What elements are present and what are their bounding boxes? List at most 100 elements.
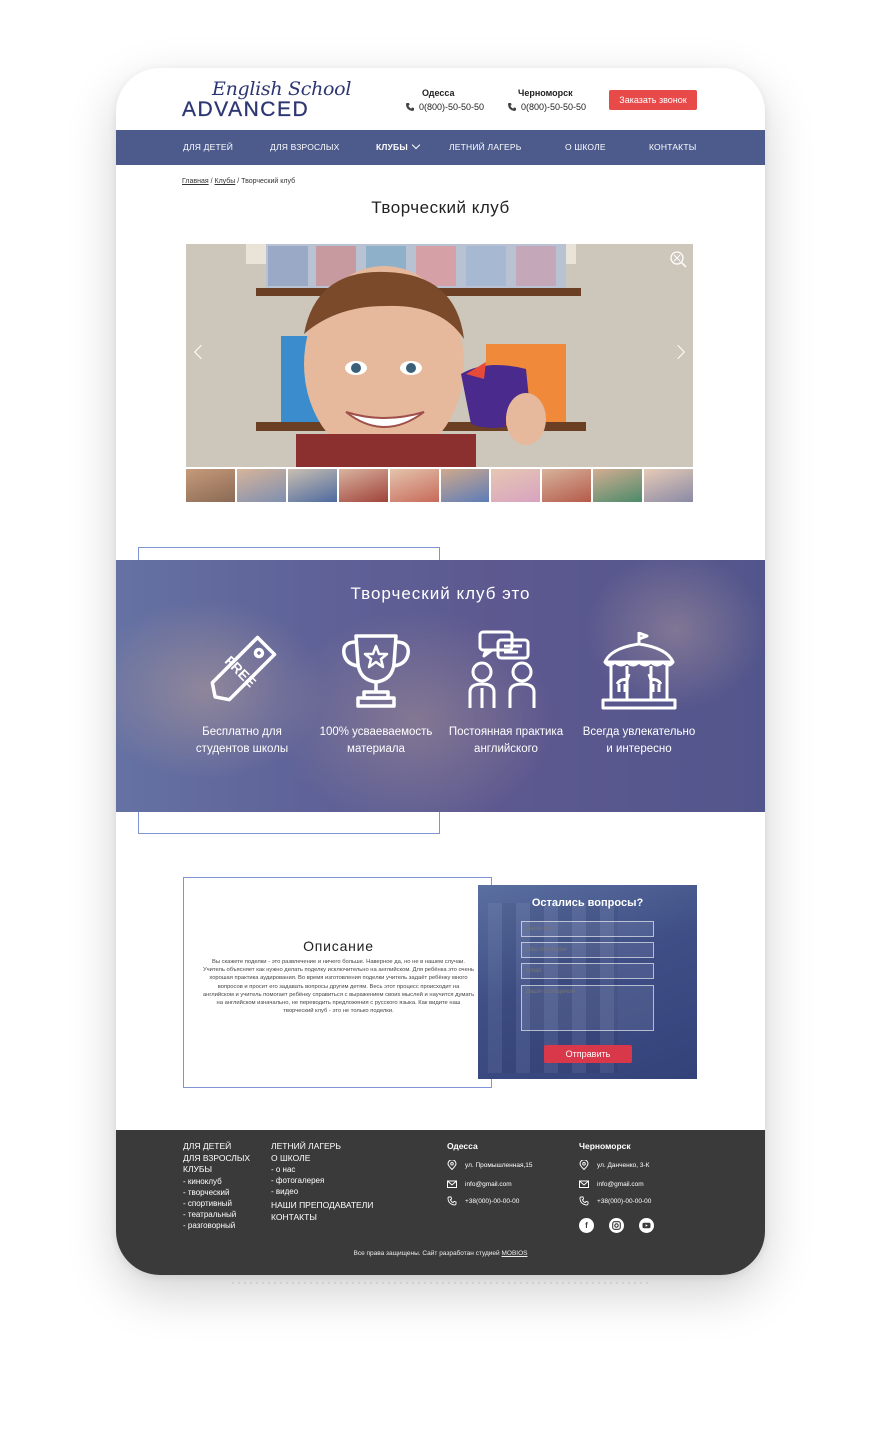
footer-phone-text: +38(000)-00-00-00 bbox=[465, 1197, 520, 1205]
footer-phone[interactable]: +38(000)-00-00-00 bbox=[447, 1196, 519, 1206]
footer-address-text: ул. Промышленная,15 bbox=[465, 1161, 533, 1169]
youtube-icon[interactable] bbox=[639, 1218, 654, 1233]
feature-label: 100% усваеваемость материала bbox=[319, 726, 433, 755]
footer-address: ул. Промышленная,15 bbox=[447, 1160, 533, 1170]
gallery-thumbnail[interactable] bbox=[593, 469, 643, 502]
footer-link-clubs[interactable]: КЛУБЫ bbox=[183, 1164, 250, 1176]
feature-item: Постоянная практика английского bbox=[446, 630, 566, 758]
site-footer: ДЛЯ ДЕТЕЙ ДЛЯ ВЗРОСЛЫХ КЛУБЫ - киноклуб … bbox=[116, 1130, 765, 1275]
copyright: Все права защищены. Сайт разработан студ… bbox=[116, 1250, 765, 1257]
breadcrumb-current: Творческий клуб bbox=[241, 178, 296, 185]
breadcrumb-separator: / bbox=[210, 178, 213, 185]
gallery-thumbnail[interactable] bbox=[491, 469, 541, 502]
studio-link[interactable]: MOBIOS bbox=[501, 1250, 527, 1257]
footer-link-about[interactable]: О ШКОЛЕ bbox=[271, 1153, 373, 1165]
main-nav: ДЛЯ ДЕТЕЙ ДЛЯ ВЗРОСЛЫХ КЛУБЫ ЛЕТНИЙ ЛАГЕ… bbox=[116, 130, 765, 165]
email-field[interactable] bbox=[521, 963, 654, 979]
breadcrumb-clubs[interactable]: Клубы bbox=[215, 178, 236, 185]
footer-link-club[interactable]: - киноклуб bbox=[183, 1176, 250, 1187]
order-call-button[interactable]: Заказать звонок bbox=[609, 90, 697, 110]
trophy-icon bbox=[342, 634, 410, 708]
footer-link-club[interactable]: - театральный bbox=[183, 1209, 250, 1220]
youtube-glyph bbox=[642, 1222, 651, 1229]
gallery-thumbnails bbox=[186, 469, 694, 502]
footer-link-club[interactable]: - разговорный bbox=[183, 1220, 250, 1231]
copyright-text: Все права защищены. Сайт разработан студ… bbox=[353, 1250, 500, 1257]
footer-link-teachers[interactable]: НАШИ ПРЕПОДАВАТЕЛИ bbox=[271, 1200, 373, 1212]
features-section: Творческий клуб это FREE Бесплатно для с… bbox=[116, 560, 765, 812]
social-links: f bbox=[579, 1218, 654, 1233]
phone-icon bbox=[508, 103, 516, 111]
instagram-icon[interactable] bbox=[609, 1218, 624, 1233]
office-city-odessa: Одесса bbox=[422, 88, 455, 98]
logo-wordmark[interactable]: ADVANCED bbox=[182, 98, 309, 122]
gallery-thumbnail[interactable] bbox=[186, 469, 235, 502]
gallery-thumbnail[interactable] bbox=[287, 469, 337, 502]
description-text: Вы скажете поделки - это развлечение и н… bbox=[202, 959, 475, 1015]
mail-icon bbox=[579, 1180, 589, 1188]
footer-email-text: info@gmail.com bbox=[597, 1180, 644, 1188]
nav-item-adults[interactable]: ДЛЯ ВЗРОСЛЫХ bbox=[270, 130, 339, 165]
svg-text:FREE: FREE bbox=[222, 653, 260, 691]
breadcrumb: Главная / Клубы / Творческий клуб bbox=[182, 178, 295, 185]
footer-link-club[interactable]: - спортивный bbox=[183, 1198, 250, 1209]
footer-phone[interactable]: +38(000)-00-00-00 bbox=[579, 1196, 651, 1206]
footer-phone-text: +38(000)-00-00-00 bbox=[597, 1197, 652, 1205]
phone-icon bbox=[447, 1196, 457, 1206]
nav-item-clubs-label: КЛУБЫ bbox=[376, 142, 408, 152]
decorative-dotted-line bbox=[230, 1282, 650, 1284]
breadcrumb-separator: / bbox=[237, 178, 240, 185]
footer-col-secondary: ЛЕТНИЙ ЛАГЕРЬ О ШКОЛЕ - о нас - фотогале… bbox=[271, 1141, 373, 1223]
feature-label: Постоянная практика английского bbox=[448, 726, 564, 755]
description-card: Описание Вы скажете поделки - это развле… bbox=[183, 877, 492, 1088]
footer-email[interactable]: info@gmail.com bbox=[579, 1179, 644, 1189]
phone-number: 0(800)-50-50-50 bbox=[521, 102, 587, 112]
footer-link-adults[interactable]: ДЛЯ ВЗРОСЛЫХ bbox=[183, 1153, 250, 1165]
phone-field[interactable] bbox=[521, 942, 654, 958]
footer-link-camp[interactable]: ЛЕТНИЙ ЛАГЕРЬ bbox=[271, 1141, 373, 1153]
footer-link-club[interactable]: - творческий bbox=[183, 1187, 250, 1198]
name-field[interactable] bbox=[521, 921, 654, 937]
nav-item-camp[interactable]: ЛЕТНИЙ ЛАГЕРЬ bbox=[449, 130, 522, 165]
zoom-icon[interactable] bbox=[669, 250, 687, 268]
logo-script[interactable]: English School bbox=[212, 78, 351, 100]
footer-link-about-sub[interactable]: - о нас bbox=[271, 1164, 373, 1175]
nav-item-clubs[interactable]: КЛУБЫ bbox=[376, 130, 421, 165]
site-header: English School ADVANCED Одесса 0(800)-50… bbox=[116, 68, 765, 130]
facebook-icon[interactable]: f bbox=[579, 1218, 594, 1233]
nav-item-contacts[interactable]: КОНТАКТЫ bbox=[649, 130, 696, 165]
footer-address: ул. Данченко, 3-К bbox=[579, 1160, 649, 1170]
gallery-thumbnail[interactable] bbox=[236, 469, 286, 502]
gallery-thumbnail[interactable] bbox=[644, 469, 694, 502]
nav-item-about[interactable]: О ШКОЛЕ bbox=[565, 130, 606, 165]
nav-item-kids[interactable]: ДЛЯ ДЕТЕЙ bbox=[183, 130, 233, 165]
gallery-thumbnail[interactable] bbox=[440, 469, 490, 502]
feature-item: 100% усваеваемость материала bbox=[316, 630, 436, 758]
phone-number: 0(800)-50-50-50 bbox=[419, 102, 485, 112]
office-city-chernomorsk: Черноморск bbox=[518, 88, 573, 98]
gallery-thumbnail[interactable] bbox=[338, 469, 388, 502]
page-title: Творческий клуб bbox=[371, 198, 510, 217]
conversation-icon bbox=[468, 630, 536, 708]
footer-email[interactable]: info@gmail.com bbox=[447, 1179, 512, 1189]
office-phone-odessa[interactable]: 0(800)-50-50-50 bbox=[405, 102, 484, 112]
footer-email-text: info@gmail.com bbox=[465, 1180, 512, 1188]
footer-link-about-sub[interactable]: - видео bbox=[271, 1186, 373, 1197]
free-tag-icon: FREE bbox=[210, 635, 277, 702]
phone-icon bbox=[579, 1196, 589, 1206]
message-field[interactable] bbox=[521, 985, 654, 1031]
features-title: Творческий клуб это bbox=[350, 584, 531, 603]
feature-item: FREE Бесплатно для студентов школы bbox=[182, 630, 302, 758]
footer-link-contacts[interactable]: КОНТАКТЫ bbox=[271, 1212, 373, 1224]
contact-form: Остались вопросы? Отправить bbox=[478, 885, 697, 1079]
footer-link-kids[interactable]: ДЛЯ ДЕТЕЙ bbox=[183, 1141, 250, 1153]
breadcrumb-home[interactable]: Главная bbox=[182, 178, 209, 185]
office-phone-chernomorsk[interactable]: 0(800)-50-50-50 bbox=[507, 102, 586, 112]
gallery-thumbnail[interactable] bbox=[542, 469, 592, 502]
footer-city-odessa: Одесса bbox=[447, 1141, 478, 1151]
submit-button[interactable]: Отправить bbox=[544, 1045, 632, 1063]
footer-address-text: ул. Данченко, 3-К bbox=[597, 1161, 650, 1169]
footer-link-about-sub[interactable]: - фотогалерея bbox=[271, 1175, 373, 1186]
gallery-main-photo[interactable] bbox=[186, 244, 693, 467]
gallery-thumbnail[interactable] bbox=[389, 469, 439, 502]
